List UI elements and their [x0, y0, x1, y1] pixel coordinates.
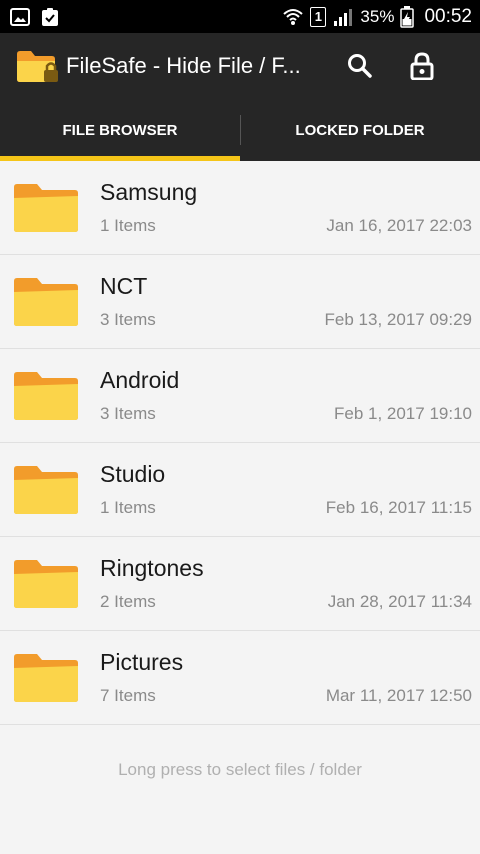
battery-charging-icon — [400, 5, 415, 28]
clock: 00:52 — [424, 5, 472, 27]
tab-bar: FILE BROWSER LOCKED FOLDER — [0, 99, 480, 161]
folder-icon — [14, 371, 78, 420]
clipboard-check-icon — [40, 7, 60, 27]
list-item-android[interactable]: Android 3 Items Feb 1, 2017 19:10 — [0, 349, 480, 443]
folder-name: Android — [100, 367, 180, 393]
status-bar: 1 35% 00:52 — [0, 0, 480, 33]
folder-icon — [14, 277, 78, 326]
folder-date: Feb 13, 2017 09:29 — [324, 310, 472, 329]
gallery-notification-icon — [10, 7, 30, 26]
folder-item-count: 1 Items — [100, 498, 156, 517]
tab-locked-folder[interactable]: LOCKED FOLDER — [240, 99, 480, 161]
folder-item-count: 7 Items — [100, 686, 156, 705]
selection-hint: Long press to select files / folder — [118, 760, 362, 779]
wifi-icon — [282, 7, 304, 27]
folder-icon — [14, 559, 78, 608]
folder-item-count: 1 Items — [100, 216, 156, 235]
folder-name: Studio — [100, 461, 166, 487]
folder-icon — [14, 465, 78, 514]
folder-name: Samsung — [100, 179, 198, 205]
battery-percent: 35% — [360, 6, 395, 26]
folder-item-count: 3 Items — [100, 310, 156, 329]
folder-list: Samsung 1 Items Jan 16, 2017 22:03 NCT 3… — [0, 161, 480, 725]
folder-item-count: 3 Items — [100, 404, 156, 423]
list-item-samsung[interactable]: Samsung 1 Items Jan 16, 2017 22:03 — [0, 161, 480, 255]
list-item-ringtones[interactable]: Ringtones 2 Items Jan 28, 2017 11:34 — [0, 537, 480, 631]
sim-slot-indicator: 1 — [310, 6, 327, 27]
folder-date: Feb 16, 2017 11:15 — [325, 498, 472, 517]
search-button[interactable] — [337, 43, 383, 89]
folder-name: NCT — [100, 273, 148, 299]
folder-date: Jan 28, 2017 11:34 — [327, 592, 472, 611]
folder-date: Mar 11, 2017 12:50 — [325, 686, 472, 705]
filesafe-logo-icon — [16, 48, 60, 84]
search-icon — [348, 54, 372, 78]
list-item-pictures[interactable]: Pictures 7 Items Mar 11, 2017 12:50 — [0, 631, 480, 725]
folder-name: Ringtones — [100, 555, 204, 581]
tab-file-browser[interactable]: FILE BROWSER — [0, 99, 240, 161]
folder-item-count: 2 Items — [100, 592, 156, 611]
list-item-nct[interactable]: NCT 3 Items Feb 13, 2017 09:29 — [0, 255, 480, 349]
list-item-studio[interactable]: Studio 1 Items Feb 16, 2017 11:15 — [0, 443, 480, 537]
app-title: FileSafe - Hide File / F... — [66, 53, 301, 78]
app-bar: FileSafe - Hide File / F... — [0, 33, 480, 99]
folder-date: Feb 1, 2017 19:10 — [333, 404, 472, 423]
lock-icon — [410, 52, 434, 80]
folder-name: Pictures — [100, 649, 184, 675]
lock-button[interactable] — [399, 43, 445, 89]
folder-date: Jan 16, 2017 22:03 — [326, 216, 472, 235]
folder-icon — [14, 653, 78, 702]
signal-icon — [332, 7, 354, 27]
folder-icon — [14, 183, 78, 232]
